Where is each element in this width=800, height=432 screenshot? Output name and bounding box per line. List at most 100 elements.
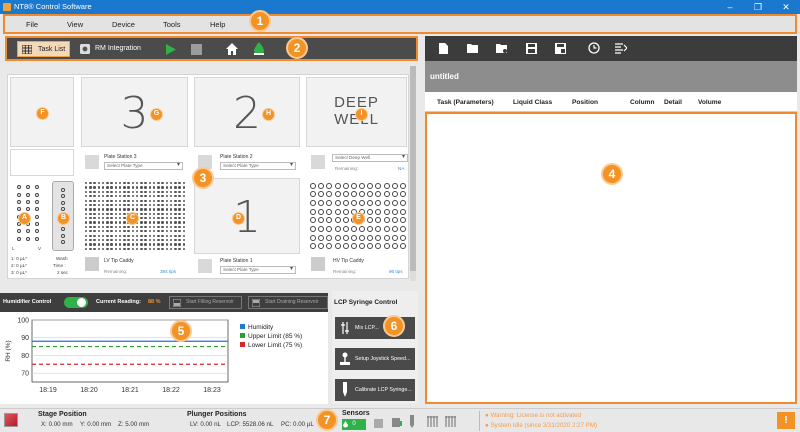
menu-device[interactable]: Device <box>112 20 135 29</box>
plate-station-1[interactable]: 1 <box>194 178 300 254</box>
column-volume[interactable]: Volume <box>698 99 721 106</box>
rm-icon <box>80 44 90 54</box>
well <box>310 208 317 215</box>
well <box>152 203 156 207</box>
well <box>89 203 92 207</box>
well <box>350 200 357 206</box>
home-icon[interactable] <box>226 43 238 55</box>
well <box>89 195 92 198</box>
well <box>391 243 398 250</box>
save-icon[interactable] <box>526 43 537 54</box>
well <box>93 230 96 233</box>
well <box>148 186 152 189</box>
well <box>342 200 349 206</box>
well <box>114 217 117 220</box>
well <box>383 243 390 250</box>
start-filling-button[interactable]: Start Filling Reservoir <box>169 296 242 309</box>
well <box>114 186 117 189</box>
well <box>157 234 160 237</box>
column-task[interactable]: Task (Parameters) <box>437 99 494 106</box>
folder-settings-icon[interactable] <box>496 43 508 53</box>
menu-help[interactable]: Help <box>210 20 225 29</box>
well <box>359 191 366 198</box>
task-list-area[interactable] <box>425 112 797 404</box>
well <box>97 186 100 189</box>
play-icon[interactable] <box>166 44 176 55</box>
well <box>157 243 160 246</box>
well <box>84 199 88 202</box>
setup-joystick-label: Setup Joystick Speed... <box>355 356 411 362</box>
well <box>383 200 390 206</box>
well <box>169 195 173 198</box>
well <box>178 217 181 220</box>
task-list-label: Task List <box>38 46 66 53</box>
menu-tools[interactable]: Tools <box>163 20 181 29</box>
restore-button[interactable]: ❐ <box>744 0 772 14</box>
well <box>97 217 100 220</box>
x-tick-label: 18:20 <box>80 387 98 394</box>
calibrate-lcp-button[interactable]: Calibrate LCP Syringe... <box>335 379 415 401</box>
droplet-icon[interactable] <box>253 42 265 55</box>
alert-button[interactable]: ! <box>777 412 795 429</box>
well <box>110 199 113 202</box>
column-liquid-class[interactable]: Liquid Class <box>513 99 552 106</box>
well <box>131 238 135 242</box>
sensor-readout: 0 <box>342 419 366 430</box>
humidifier-toggle[interactable] <box>64 297 88 308</box>
well <box>144 190 147 194</box>
column-column[interactable]: Column <box>630 99 655 106</box>
open-folder-icon[interactable] <box>467 43 479 53</box>
well <box>144 238 147 242</box>
plate-station-2[interactable]: 2 <box>194 77 300 147</box>
well <box>178 230 181 233</box>
well <box>334 234 341 241</box>
menu-file[interactable]: File <box>26 20 38 29</box>
well <box>140 217 143 220</box>
plate-station-3[interactable]: 3 <box>81 77 188 147</box>
minimize-button[interactable]: – <box>716 0 744 14</box>
menu-bar: File View Device Tools Help <box>3 14 797 34</box>
deep-well-select[interactable]: Select Deep Well <box>332 154 408 162</box>
well <box>131 234 135 237</box>
new-file-icon[interactable] <box>439 43 448 54</box>
sensor-value: 0 <box>352 421 356 427</box>
plate-station-3-label: Plate Station 3 <box>104 154 137 160</box>
well <box>375 208 382 215</box>
menu-view[interactable]: View <box>67 20 83 29</box>
plate-station-2-select[interactable]: Select Plate Type <box>220 162 296 170</box>
well <box>174 212 177 215</box>
well <box>161 208 164 211</box>
task-list-tab[interactable]: Task List <box>17 41 70 57</box>
well <box>383 217 390 224</box>
well <box>169 238 173 242</box>
plate-station-3-select[interactable]: Select Plate Type <box>104 162 183 170</box>
plate-station-1-select[interactable]: Select Plate Type <box>220 266 296 274</box>
well <box>114 234 117 237</box>
close-button[interactable]: ✕ <box>772 0 800 14</box>
column-detail[interactable]: Detail <box>664 99 682 106</box>
well <box>161 221 164 224</box>
stop-icon[interactable] <box>191 44 202 55</box>
well <box>148 203 152 207</box>
setup-joystick-button[interactable]: Setup Joystick Speed... <box>335 348 415 370</box>
clock-icon[interactable] <box>588 42 600 54</box>
save-as-icon[interactable] <box>555 43 566 54</box>
well <box>101 208 105 211</box>
well <box>114 182 117 185</box>
well <box>89 186 92 189</box>
deck-scrollbar[interactable] <box>410 66 416 281</box>
well <box>174 190 177 194</box>
y-tick-label: 80 <box>21 353 29 360</box>
column-position[interactable]: Position <box>572 99 598 106</box>
task-list-icon[interactable] <box>615 42 627 54</box>
well <box>127 195 130 198</box>
well <box>131 182 135 185</box>
well <box>140 199 143 202</box>
start-draining-button[interactable]: Start Draining Reservoir <box>248 296 328 309</box>
well <box>157 186 160 189</box>
well <box>165 230 169 233</box>
x-tick-label: 18:21 <box>121 387 139 394</box>
callout-i: I <box>355 108 368 121</box>
rm-integration-tab[interactable]: RM Integration <box>75 41 151 57</box>
well <box>123 247 126 250</box>
